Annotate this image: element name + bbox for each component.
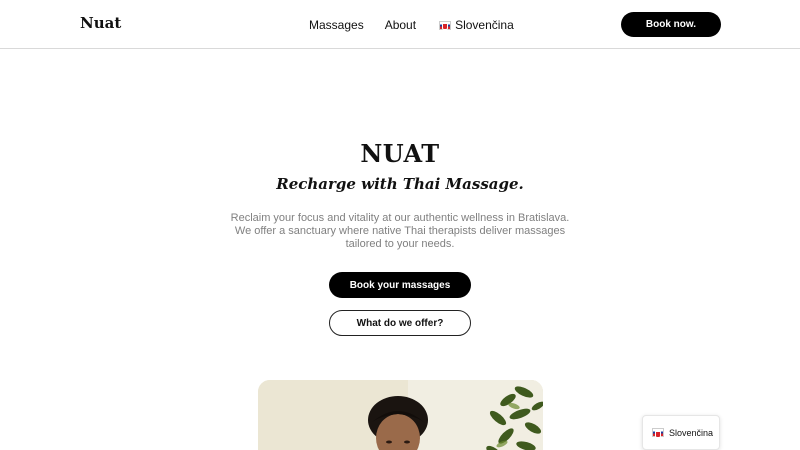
language-switcher[interactable]: Slovenčina (439, 18, 514, 32)
hero-description: Reclaim your focus and vitality at our a… (230, 212, 570, 250)
slovakia-flag-icon (439, 20, 452, 30)
what-we-offer-button[interactable]: What do we offer? (329, 310, 471, 336)
nav-link-about[interactable]: About (385, 18, 416, 32)
massage-therapist-photo (258, 380, 543, 450)
language-widget[interactable]: Slovenčina (642, 415, 720, 450)
language-label: Slovenčina (455, 18, 514, 32)
slovakia-flag-icon (652, 428, 664, 438)
hero-image (258, 380, 543, 450)
hero-title: NUAT (360, 139, 440, 168)
hero-subtitle: Recharge with Thai Massage. (276, 175, 524, 193)
top-navbar: Nuat Massages About Slovenčina Book now. (0, 0, 800, 49)
language-widget-label: Slovenčina (669, 427, 714, 438)
brand-logo[interactable]: Nuat (80, 14, 121, 32)
book-now-button[interactable]: Book now. (621, 12, 721, 37)
main-nav: Massages About Slovenčina (309, 17, 514, 33)
nav-link-massages[interactable]: Massages (309, 18, 364, 32)
book-massages-button[interactable]: Book your massages (329, 272, 471, 298)
